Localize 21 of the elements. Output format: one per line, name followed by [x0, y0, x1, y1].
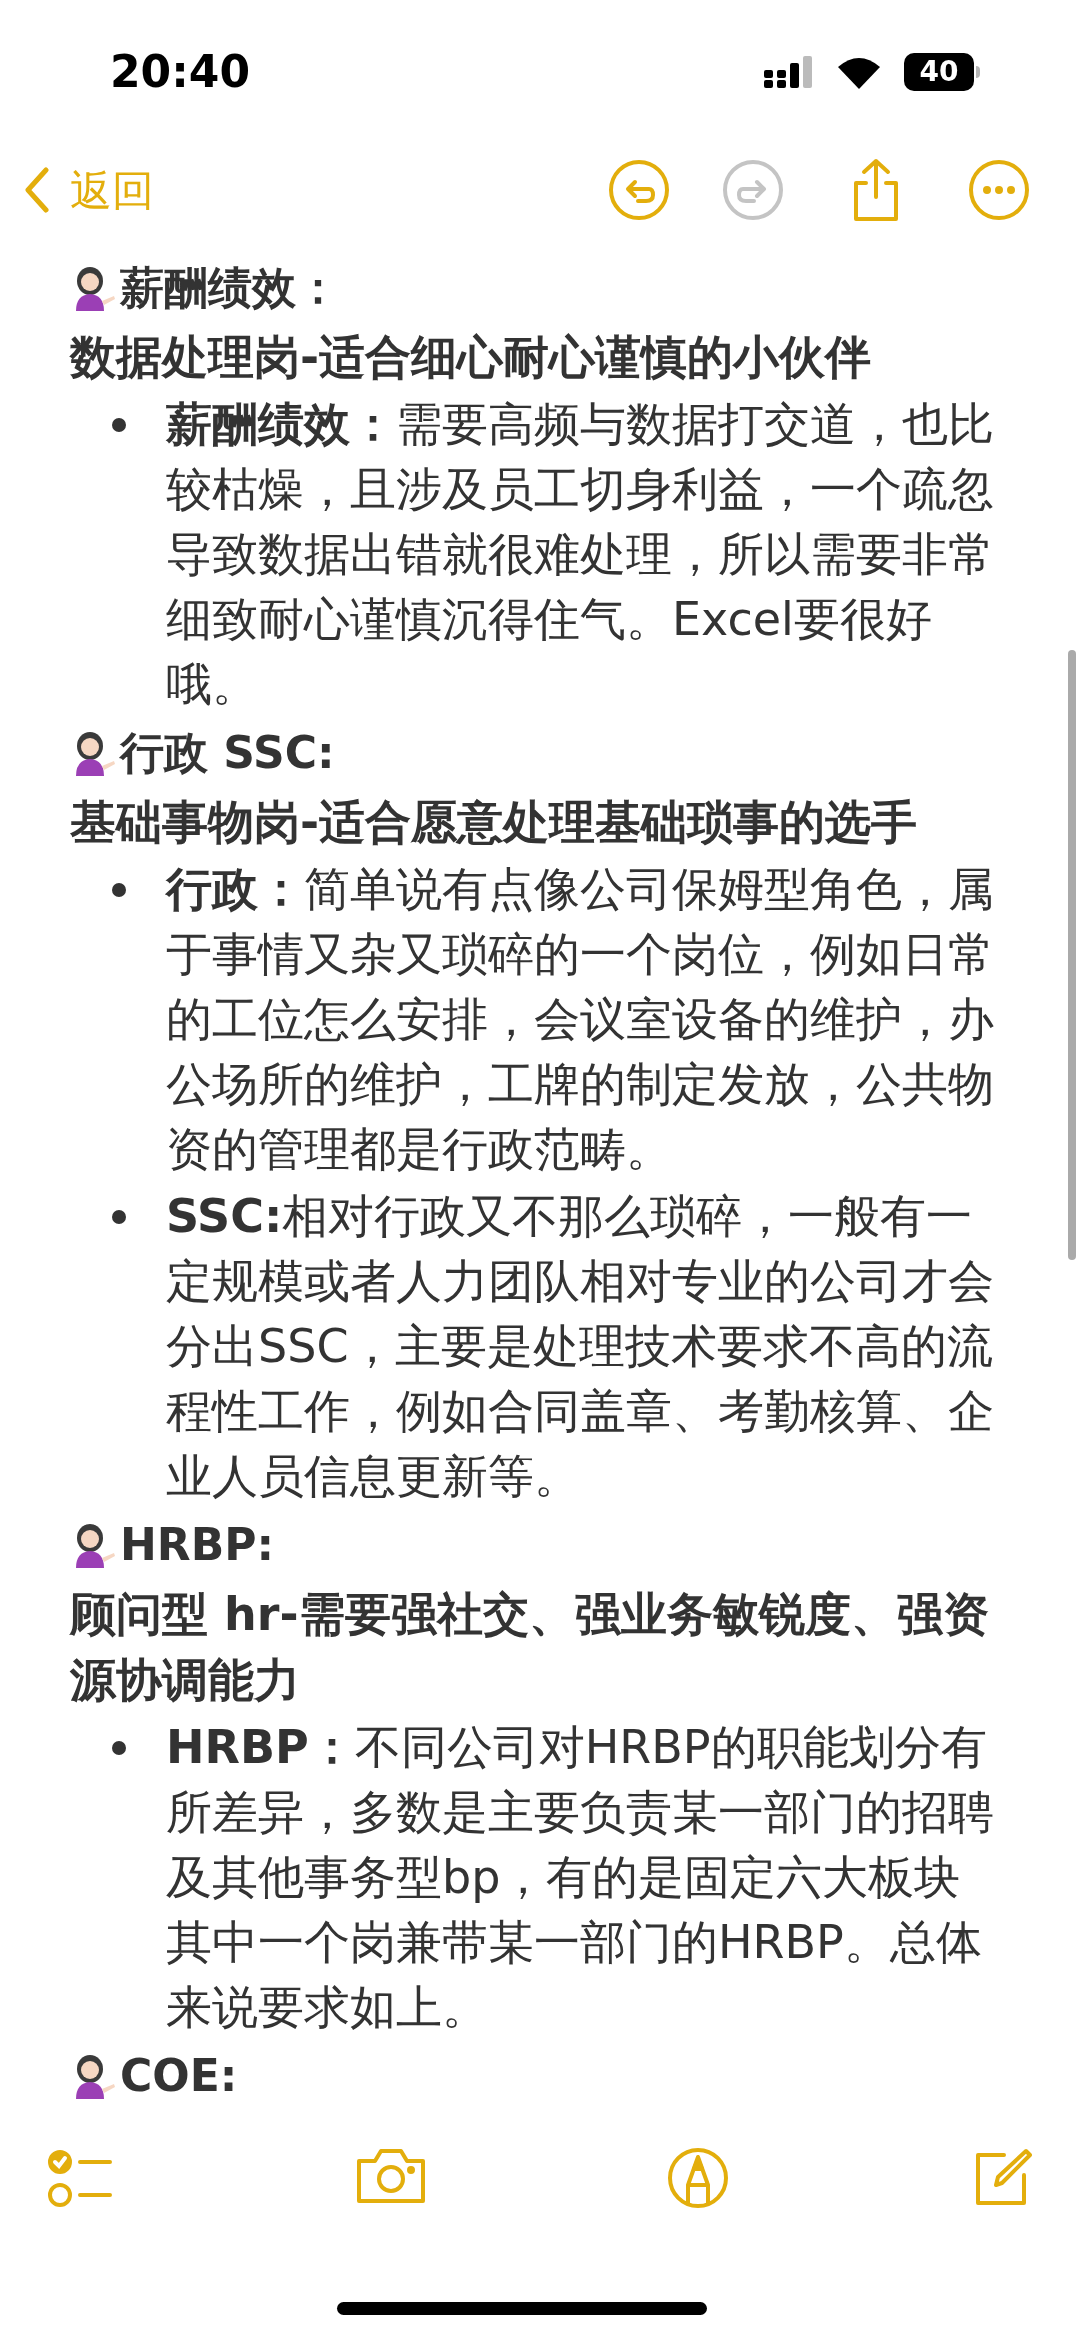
section-title: 薪酬绩效：: [120, 261, 340, 315]
signal-icon: [764, 56, 814, 88]
section-title: COE:: [120, 2049, 238, 2103]
back-button[interactable]: 返回: [24, 158, 154, 222]
status-time: 20:40: [110, 45, 251, 99]
battery-level: 40: [919, 58, 959, 86]
wifi-icon: [836, 55, 882, 89]
bullet-text: 薪酬绩效：需要高频与数据打交道，也比较枯燥，且涉及员工切身利益，一个疏忽导致数据出错就很难处理，所以需要非常细致耐心谨慎沉得住气。Excel要很好哦。: [166, 396, 995, 713]
section-title: HRBP:: [120, 1518, 275, 1572]
undo-icon[interactable]: [608, 159, 670, 221]
section-title: 行政 SSC:: [120, 726, 335, 780]
camera-icon[interactable]: [354, 2147, 427, 2205]
bullet-text: 行政：简单说有点像公司保姆型角色，属于事情又杂又琐碎的一个岗位，例如日常的工位怎么安排，会议室设备的维护，办公场所的维护，工牌的制定发放，公共物资的管理都是行政范畴。: [166, 861, 995, 1178]
section-subtitle: 顾问型 hr-需要强社交、强业务敏锐度、强资源协调能力: [70, 1586, 990, 1709]
markup-pen-icon[interactable]: [667, 2147, 730, 2209]
bullet-text: SSC:相对行政又不那么琐碎，一般有一定规模或者人力团队相对专业的公司才会分出SSC，主要是处理技术要求不高的流程性工作，例如合同盖章、考勤核算、企业人员信息更新等。: [166, 1188, 995, 1505]
section-subtitle: 数据处理岗-适合细心耐心谨慎的小伙伴: [70, 329, 873, 386]
chevron-left-icon: [24, 167, 50, 213]
section-subtitle: 基础事物岗-适合愿意处理基础琐事的选手: [70, 794, 919, 851]
bullet-text: HRBP：不同公司对HRBP的职能划分有所差异，多数是主要负责某一部门的招聘及其他事务型bp，有的是固定六大板块其中一个岗兼带某一部门的HRBP。总体来说要求如上。: [166, 1719, 995, 2036]
more-icon[interactable]: [968, 159, 1030, 221]
